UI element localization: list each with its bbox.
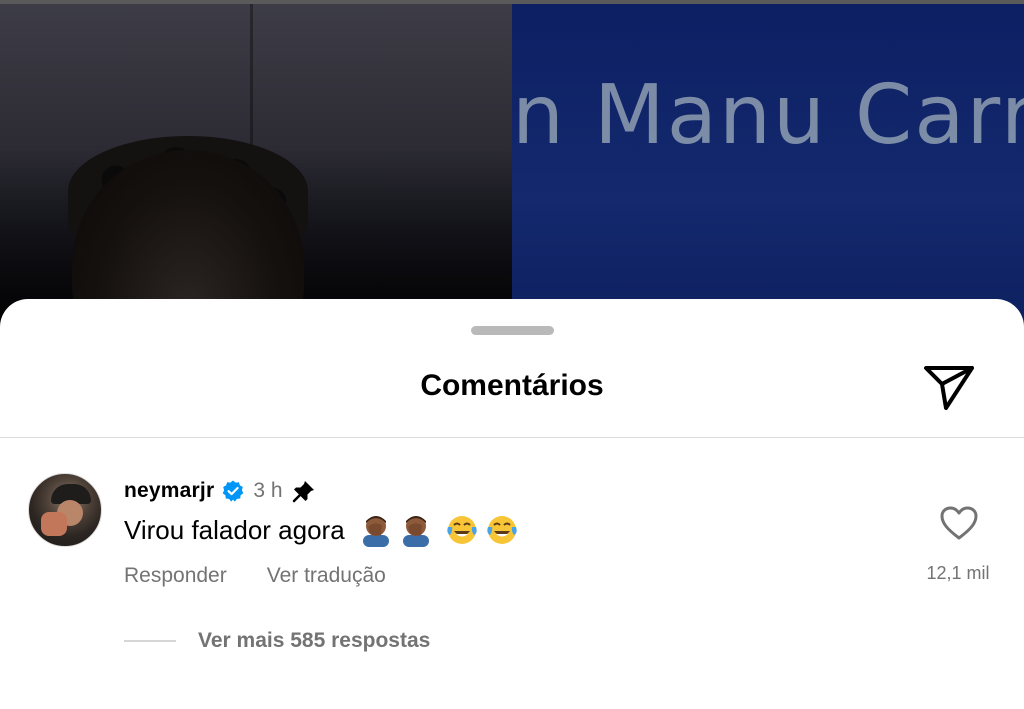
share-button[interactable] [919,359,979,415]
reply-button[interactable]: Responder [124,564,227,588]
man-facepalming-emoji [362,516,389,547]
media-left-panel [0,0,512,330]
view-replies-label: Ver mais 585 respostas [198,629,431,652]
comment-body: Virou falador agora [124,513,519,547]
comment-actions: Responder Ver tradução [124,564,386,588]
sheet-grabber[interactable] [471,326,554,335]
comment-header: neymarjr 3 h [124,477,317,505]
pin-icon [291,478,317,504]
tears-of-joy-emoji [447,516,477,544]
heart-outline-icon [940,506,978,540]
comment-text: Virou falador agora [124,514,345,545]
verified-badge-icon [221,479,245,503]
comment-username[interactable]: neymarjr [124,479,214,503]
header-divider [0,437,1024,438]
view-replies-button[interactable]: Ver mais 585 respostas [124,629,430,653]
replies-divider-line [124,640,176,642]
man-facepalming-emoji [402,516,429,547]
post-media: n Manu Carre [0,0,1024,330]
avatar[interactable] [28,473,102,547]
sheet-title: Comentários [420,369,604,402]
translate-button[interactable]: Ver tradução [267,564,386,588]
backdrop-banner-text: n Manu Carre [512,68,1024,163]
tears-of-joy-emoji [487,516,517,544]
like-button[interactable] [936,501,982,545]
comments-sheet: Comentários neymarjr 3 h Virou falador a [0,299,1024,709]
like-count: 12,1 mil [926,563,990,583]
media-right-panel: n Manu Carre [512,0,1024,330]
comment-time: 3 h [253,479,283,502]
paper-plane-icon [924,366,974,410]
